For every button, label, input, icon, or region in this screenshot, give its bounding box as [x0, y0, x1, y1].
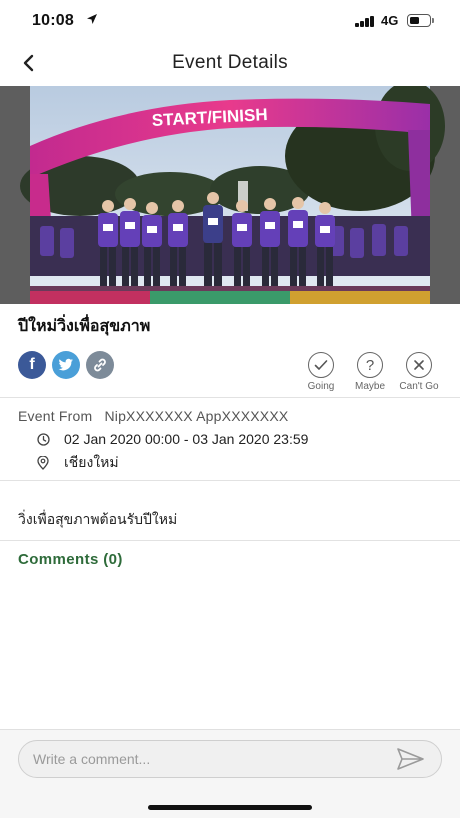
comment-input[interactable]	[18, 740, 442, 778]
question-icon: ?	[365, 356, 375, 374]
link-icon	[94, 358, 106, 372]
event-title: ปีใหม่วิ่งเพื่อสุขภาพ	[18, 318, 151, 335]
event-date-range: 02 Jan 2020 00:00 - 03 Jan 2020 23:59	[64, 431, 309, 447]
rsvp-going-label: Going	[307, 381, 335, 392]
clock-icon	[36, 432, 50, 446]
rsvp-cant-go-label: Can't Go	[399, 381, 439, 392]
divider	[0, 540, 460, 541]
close-icon	[414, 360, 424, 370]
comment-bar	[0, 729, 460, 818]
signal-bars-icon	[355, 15, 377, 27]
rsvp-cant-go-button[interactable]: Can't Go	[395, 352, 443, 392]
copy-link-button[interactable]	[86, 351, 114, 379]
send-comment-button[interactable]	[396, 747, 426, 771]
event-date-row: 02 Jan 2020 00:00 - 03 Jan 2020 23:59	[36, 431, 308, 447]
event-from-label: Event From	[18, 408, 93, 424]
facebook-share-button[interactable]: f	[18, 351, 46, 379]
location-pin-icon	[36, 456, 50, 470]
status-bar: 10:08 4G	[0, 0, 460, 42]
event-location-row: เชียงใหม่	[36, 452, 119, 474]
home-indicator	[148, 805, 312, 810]
event-description: วิ่งเพื่อสุขภาพต้อนรับปีใหม่	[18, 511, 178, 527]
status-time: 10:08	[32, 12, 74, 29]
check-icon	[314, 360, 328, 370]
battery-cap	[432, 18, 434, 23]
battery-icon	[407, 14, 431, 27]
divider	[0, 397, 460, 398]
location-arrow-icon	[87, 14, 97, 24]
rsvp-going-button[interactable]: Going	[297, 352, 345, 392]
twitter-icon	[58, 358, 73, 371]
rsvp-maybe-label: Maybe	[354, 381, 385, 392]
event-from-value: NipXXXXXXX AppXXXXXXX	[104, 408, 289, 424]
nav-bar: Event Details	[0, 42, 460, 84]
comments-heading: Comments (0)	[18, 551, 123, 568]
rsvp-maybe-button[interactable]: ? Maybe	[346, 352, 394, 392]
twitter-share-button[interactable]	[52, 351, 80, 379]
divider	[0, 480, 460, 481]
share-buttons: f	[18, 351, 114, 379]
facebook-icon: f	[29, 356, 35, 373]
send-icon	[397, 748, 424, 770]
event-organizer: Event From NipXXXXXXX AppXXXXXXX	[18, 408, 288, 424]
event-location: เชียงใหม่	[64, 454, 119, 470]
page-title: Event Details	[172, 52, 288, 73]
network-type: 4G	[381, 13, 399, 28]
event-cover-image: START/FINISH	[0, 86, 460, 304]
